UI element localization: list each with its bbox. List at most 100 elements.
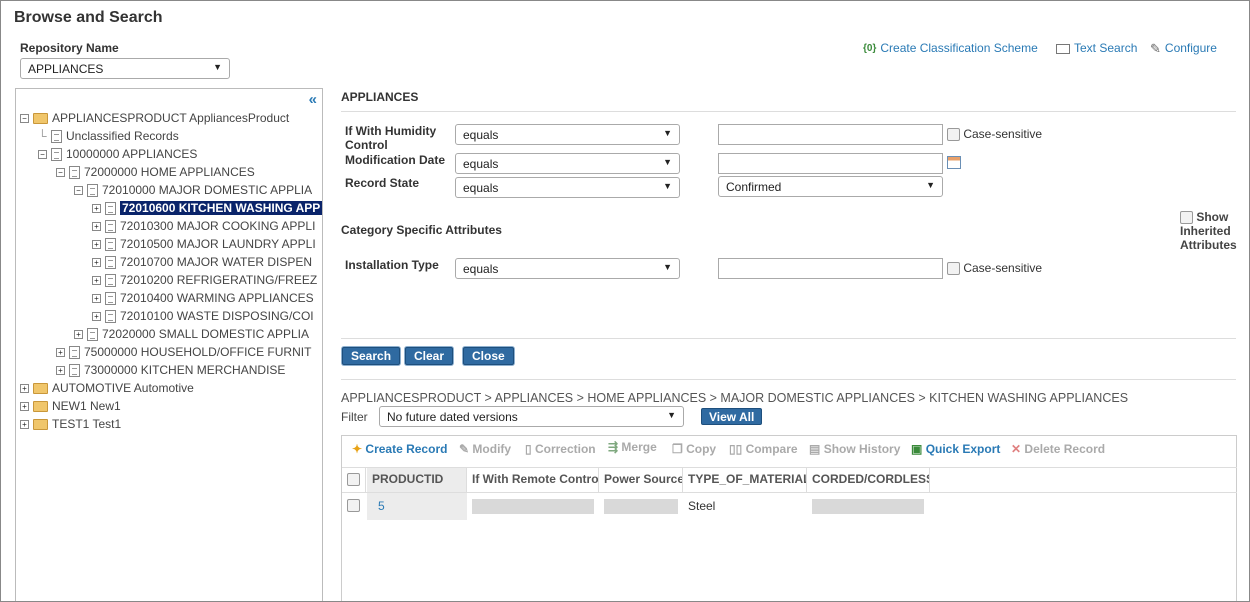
mod-date-operator-select[interactable]: equals ▼ — [455, 153, 680, 174]
show-history-button[interactable]: ▤ Show History — [809, 442, 900, 456]
tree-node[interactable]: + NEW1 New1 — [20, 397, 121, 415]
expand-icon[interactable]: + — [92, 276, 101, 286]
expand-icon[interactable]: + — [92, 294, 101, 304]
quick-export-button[interactable]: ▣ Quick Export — [911, 442, 1000, 456]
expand-icon[interactable]: + — [92, 312, 101, 322]
modify-button[interactable]: ✎ Modify — [459, 442, 511, 456]
search-button[interactable]: Search — [342, 347, 401, 365]
page-title: Browse and Search — [14, 9, 163, 26]
chevron-down-icon: ▼ — [663, 181, 672, 191]
text-search-link[interactable]: Text Search — [1056, 41, 1137, 55]
close-button[interactable]: Close — [463, 347, 514, 365]
document-icon — [105, 310, 116, 324]
delete-record-button[interactable]: ✕ Delete Record — [1011, 442, 1105, 456]
humidity-case-sensitive[interactable]: Case-sensitive — [947, 127, 1042, 142]
tree-node-selected[interactable]: +72010600 KITCHEN WASHING APP — [92, 199, 322, 217]
table-row[interactable]: 5 Steel — [342, 493, 930, 520]
tree-node[interactable]: +72010200 REFRIGERATING/FREEZ — [92, 271, 317, 289]
expand-icon[interactable]: + — [20, 384, 29, 394]
repository-label: Repository Name — [20, 41, 119, 55]
tree-node[interactable]: └ Unclassified Records — [38, 127, 179, 145]
tree-node[interactable]: − 72000000 HOME APPLIANCES — [56, 163, 255, 181]
collapse-panel-icon[interactable]: « — [309, 91, 317, 108]
select-all-checkbox[interactable] — [347, 473, 360, 486]
tree-node[interactable]: − 72010000 MAJOR DOMESTIC APPLIA — [74, 181, 312, 199]
tree-node[interactable]: +73000000 KITCHEN MERCHANDISE — [56, 361, 285, 379]
tree-node[interactable]: + TEST1 Test1 — [20, 415, 121, 433]
record-state-operator-select[interactable]: equals ▼ — [455, 177, 680, 198]
folder-icon — [33, 419, 48, 431]
case-sensitive-label: Case-sensitive — [963, 261, 1043, 275]
select-all-cell — [342, 468, 366, 492]
record-state-operator-value: equals — [463, 181, 499, 195]
tree-node[interactable]: +72010700 MAJOR WATER DISPEN — [92, 253, 312, 271]
merge-button[interactable]: ⇶ Merge — [608, 440, 657, 454]
expand-icon[interactable]: + — [56, 366, 65, 376]
row-checkbox[interactable] — [347, 499, 360, 512]
column-header-corded-cordless[interactable]: CORDED/CORDLESS — [807, 468, 930, 492]
chevron-down-icon: ▼ — [663, 157, 672, 167]
expand-icon[interactable]: + — [92, 240, 101, 250]
tree-node[interactable]: − APPLIANCESPRODUCT AppliancesProduct — [20, 109, 289, 127]
document-icon — [105, 202, 116, 216]
tree-node[interactable]: +72010500 MAJOR LAUNDRY APPLI — [92, 235, 316, 253]
divider — [341, 379, 1236, 380]
collapse-icon[interactable]: − — [56, 168, 65, 178]
collapse-icon[interactable]: − — [74, 186, 83, 196]
humidity-value-input[interactable] — [718, 124, 943, 145]
corded-cordless-cell — [812, 499, 924, 514]
mod-date-input[interactable] — [718, 153, 943, 174]
installation-case-sensitive[interactable]: Case-sensitive — [947, 261, 1043, 276]
expand-icon[interactable]: + — [74, 330, 83, 340]
document-icon — [69, 166, 80, 180]
compare-icon: ▯▯ — [729, 442, 743, 456]
pencil-icon: ✎ — [459, 442, 470, 456]
expand-icon[interactable]: + — [20, 402, 29, 412]
results-grid: ✦ Create Record ✎ Modify ▯ Correction ⇶ … — [341, 435, 1237, 601]
tree-node-label: 72010700 MAJOR WATER DISPEN — [120, 255, 313, 269]
expand-icon[interactable]: + — [92, 258, 101, 268]
filter-select[interactable]: No future dated versions ▼ — [379, 406, 684, 427]
chevron-down-icon: ▼ — [663, 128, 672, 138]
repository-select[interactable]: APPLIANCES ▼ — [20, 58, 230, 79]
humidity-operator-select[interactable]: equals ▼ — [455, 124, 680, 145]
compare-button[interactable]: ▯▯ Compare — [729, 442, 798, 456]
create-record-button[interactable]: ✦ Create Record — [352, 442, 447, 456]
tree-node[interactable]: +72010300 MAJOR COOKING APPLI — [92, 217, 315, 235]
expand-icon[interactable]: + — [92, 222, 101, 232]
export-icon: ▣ — [911, 442, 923, 456]
column-header-type-of-material[interactable]: TYPE_OF_MATERIAL — [683, 468, 807, 492]
collapse-icon[interactable]: − — [38, 150, 47, 160]
create-classification-link[interactable]: {0} Create Classification Scheme — [863, 41, 1038, 55]
installation-operator-select[interactable]: equals ▼ — [455, 258, 680, 279]
record-state-value-select[interactable]: Confirmed ▼ — [718, 176, 943, 197]
tree-node[interactable]: +72010400 WARMING APPLIANCES — [92, 289, 314, 307]
record-state-label: Record State — [345, 176, 420, 190]
column-header-power-source[interactable]: Power Source — [599, 468, 683, 492]
tree-node[interactable]: +75000000 HOUSEHOLD/OFFICE FURNIT — [56, 343, 311, 361]
productid-link[interactable]: 5 — [378, 499, 385, 513]
expand-icon[interactable]: + — [20, 420, 29, 430]
tree-node[interactable]: + AUTOMOTIVE Automotive — [20, 379, 194, 397]
expand-icon[interactable]: + — [56, 348, 65, 358]
copy-button[interactable]: ❐ Copy — [672, 442, 716, 456]
record-state-value: Confirmed — [726, 180, 782, 194]
correction-button[interactable]: ▯ Correction — [525, 442, 596, 456]
show-inherited-toggle[interactable]: Show Inherited Attributes — [1180, 210, 1240, 252]
view-all-button[interactable]: View All — [701, 408, 763, 425]
tree-node[interactable]: +72020000 SMALL DOMESTIC APPLIA — [74, 325, 309, 343]
show-inherited-checkbox[interactable] — [1180, 211, 1193, 225]
expand-icon[interactable]: + — [92, 204, 101, 214]
collapse-icon[interactable]: − — [20, 114, 29, 124]
configure-link[interactable]: ✎ Configure — [1150, 41, 1217, 57]
column-header-remote-control[interactable]: If With Remote Control — [467, 468, 599, 492]
tree-node[interactable]: − 10000000 APPLIANCES — [38, 145, 197, 163]
column-header-productid[interactable]: PRODUCTID — [367, 468, 467, 492]
calendar-icon[interactable] — [947, 156, 961, 169]
tree-node[interactable]: +72010100 WASTE DISPOSING/COI — [92, 307, 314, 325]
clear-button[interactable]: Clear — [405, 347, 454, 365]
installation-value-input[interactable] — [718, 258, 943, 279]
folder-icon — [33, 383, 48, 395]
case-sensitive-checkbox[interactable] — [947, 128, 960, 142]
case-sensitive-checkbox[interactable] — [947, 262, 960, 276]
